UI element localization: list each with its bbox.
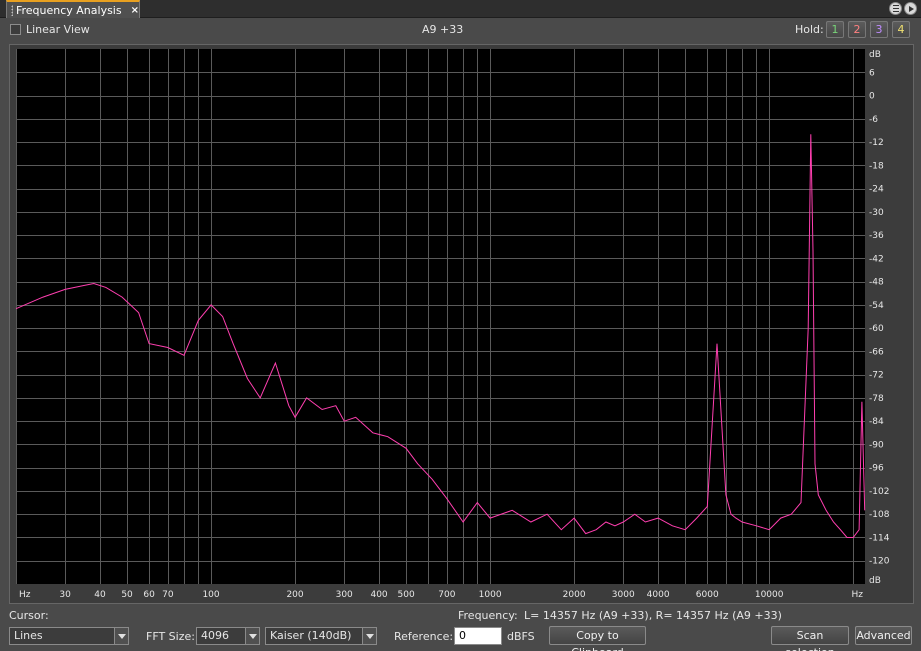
y-tick-label: 0 bbox=[869, 92, 875, 102]
hold-button-2[interactable]: 2 bbox=[848, 21, 866, 38]
cursor-note-readout: A9 +33 bbox=[422, 23, 464, 36]
x-tick-label: 3000 bbox=[612, 590, 635, 600]
y-axis-unit-top: dB bbox=[869, 50, 881, 60]
frequency-label: Frequency: bbox=[458, 609, 518, 622]
x-tick-label: 50 bbox=[121, 590, 133, 600]
chevron-down-icon[interactable] bbox=[362, 628, 376, 644]
y-tick-label: -72 bbox=[869, 371, 884, 381]
panel-menu-icon[interactable] bbox=[889, 2, 902, 15]
fft-size-select[interactable]: 4096 bbox=[196, 627, 260, 645]
x-tick-label: 700 bbox=[438, 590, 455, 600]
reference-label: Reference: bbox=[394, 630, 454, 643]
y-tick-label: -108 bbox=[869, 510, 890, 520]
x-axis-unit-right: Hz bbox=[852, 590, 864, 600]
scan-selection-button[interactable]: Scan selection bbox=[771, 626, 849, 651]
y-tick-label: -114 bbox=[869, 533, 890, 543]
y-tick-label: -48 bbox=[869, 278, 884, 288]
window-function-value: Kaiser (140dB) bbox=[270, 629, 352, 642]
x-axis-labels: Hz 30 40 50 60 70 100 200 300 400 500 700 1000 2000 30… bbox=[19, 590, 863, 600]
linear-view-label: Linear View bbox=[26, 23, 90, 36]
y-tick-label: -102 bbox=[869, 487, 889, 497]
y-tick-label: -96 bbox=[869, 464, 884, 474]
y-tick-label: -30 bbox=[869, 208, 884, 218]
y-tick-label: -18 bbox=[869, 161, 884, 171]
hold-button-3[interactable]: 3 bbox=[870, 21, 888, 38]
x-tick-label: 300 bbox=[336, 590, 353, 600]
y-tick-label: -66 bbox=[869, 347, 884, 357]
x-tick-label: 100 bbox=[202, 590, 219, 600]
advanced-button[interactable]: Advanced bbox=[855, 626, 912, 645]
x-tick-label: 2000 bbox=[563, 590, 586, 600]
x-tick-label: 60 bbox=[143, 590, 155, 600]
chevron-down-icon[interactable] bbox=[245, 628, 259, 644]
window-function-select[interactable]: Kaiser (140dB) bbox=[265, 627, 377, 645]
panel-titlebar: Frequency Analysis × bbox=[0, 0, 921, 18]
y-tick-label: -120 bbox=[869, 557, 890, 567]
x-tick-label: 500 bbox=[398, 590, 415, 600]
x-tick-label: 1000 bbox=[479, 590, 502, 600]
x-tick-label: 10000 bbox=[755, 590, 784, 600]
controls-bar: Lines FFT Size: 4096 Kaiser (140dB) Refe… bbox=[0, 624, 921, 651]
y-axis-unit-bottom: dB bbox=[869, 576, 881, 586]
y-tick-label: 6 bbox=[869, 68, 875, 78]
y-tick-label: -78 bbox=[869, 394, 884, 404]
linear-view-checkbox[interactable] bbox=[10, 24, 21, 35]
hold-label: Hold: bbox=[795, 23, 824, 36]
close-icon[interactable]: × bbox=[131, 5, 139, 16]
x-tick-label: 6000 bbox=[696, 590, 719, 600]
panel-buttons bbox=[889, 2, 917, 15]
x-tick-label: 4000 bbox=[647, 590, 670, 600]
fft-size-value: 4096 bbox=[201, 629, 229, 642]
cursor-label: Cursor: bbox=[9, 609, 49, 622]
display-mode-select[interactable]: Lines bbox=[9, 627, 129, 645]
y-tick-label: -12 bbox=[869, 138, 884, 148]
x-tick-label: 70 bbox=[162, 590, 174, 600]
y-tick-label: -36 bbox=[869, 231, 884, 241]
y-tick-label: -24 bbox=[869, 185, 884, 195]
plot-background[interactable] bbox=[16, 49, 865, 584]
spectrum-graph[interactable]: dB60-6-12-18-24-30-36-42-48-54-60-66-72-… bbox=[10, 45, 915, 605]
y-tick-label: -54 bbox=[869, 301, 884, 311]
reference-unit: dBFS bbox=[507, 630, 535, 643]
spectrum-graph-frame: dB 6 0 -6 -12 -18 -24 -30 -36 -42 -48 -54 -60 -66 -72-… bbox=[9, 44, 914, 604]
y-tick-label: -90 bbox=[869, 440, 884, 450]
hold-button-4[interactable]: 4 bbox=[892, 21, 910, 38]
fft-size-label: FFT Size: bbox=[146, 630, 195, 643]
frequency-value: L= 14357 Hz (A9 +33), R= 14357 Hz (A9 +3… bbox=[524, 609, 782, 622]
hold-button-1[interactable]: 1 bbox=[826, 21, 844, 38]
y-tick-label: -60 bbox=[869, 324, 884, 334]
chevron-down-icon[interactable] bbox=[114, 628, 128, 644]
drag-grip-icon[interactable] bbox=[11, 4, 13, 16]
tab-label: Frequency Analysis bbox=[15, 3, 122, 17]
x-tick-label: 30 bbox=[59, 590, 71, 600]
y-tick-label: -84 bbox=[869, 417, 884, 427]
play-icon[interactable] bbox=[904, 2, 917, 15]
options-bar: Linear View A9 +33 Hold: 1 2 3 4 bbox=[0, 18, 921, 43]
x-tick-label: 200 bbox=[286, 590, 303, 600]
x-axis-unit-left: Hz bbox=[19, 590, 31, 600]
x-tick-label: 400 bbox=[370, 590, 387, 600]
y-tick-label: -42 bbox=[869, 254, 884, 264]
copy-to-clipboard-button[interactable]: Copy to Clipboard bbox=[549, 626, 646, 651]
display-mode-value: Lines bbox=[14, 629, 43, 642]
x-tick-label: 40 bbox=[94, 590, 106, 600]
y-axis-labels: dB 6 0 -6 -12 -18 -24 -30 -36 -42 -48 -54 -60 -66 -72 -… bbox=[869, 50, 890, 586]
reference-input[interactable]: 0 bbox=[454, 627, 502, 645]
tab-frequency-analysis[interactable]: Frequency Analysis × bbox=[6, 0, 140, 18]
y-tick-label: -6 bbox=[869, 115, 878, 125]
